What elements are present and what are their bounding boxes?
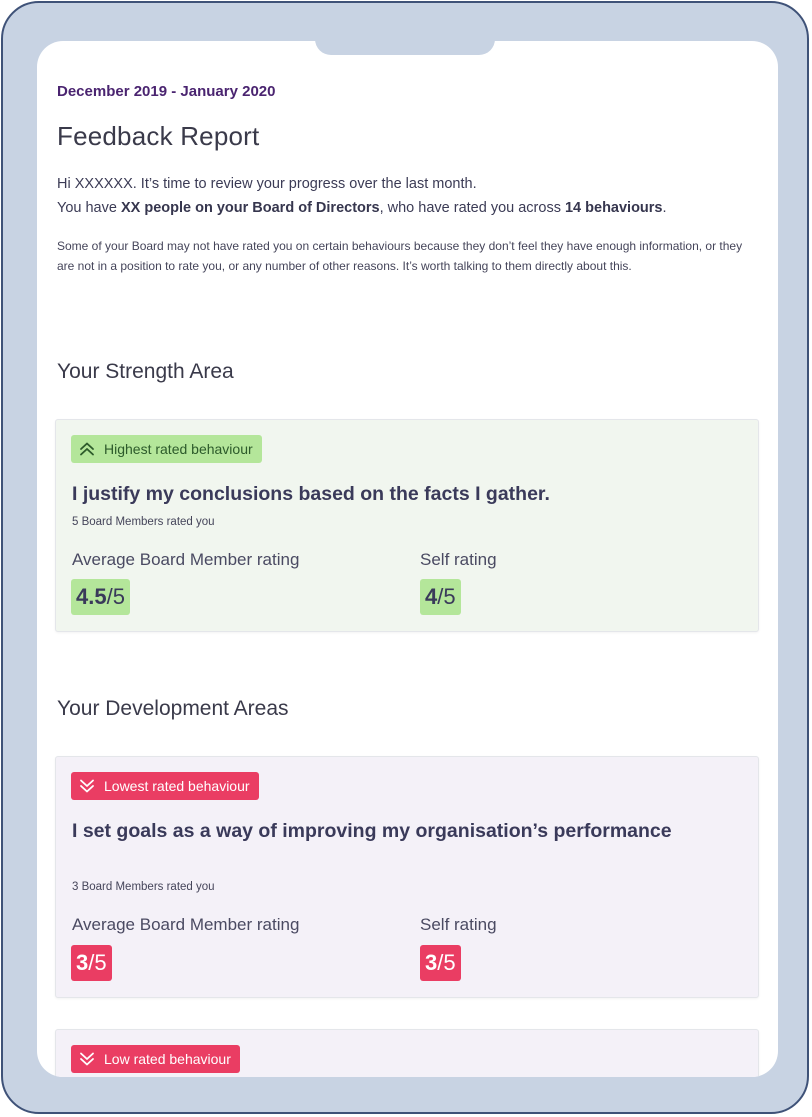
intro-summary: You have XX people on your Board of Dire… [57, 196, 667, 220]
self-rating-score: 3/5 [420, 945, 461, 981]
badge-label: Lowest rated behaviour [104, 778, 250, 794]
strength-section-title: Your Strength Area [57, 360, 234, 383]
development-card: Lowest rated behaviour I set goals as a … [55, 756, 759, 998]
self-rating-label: Self rating [420, 550, 497, 569]
page-title: Feedback Report [57, 121, 260, 151]
behaviour-count: 14 behaviours [564, 200, 663, 216]
average-score-max: /5 [88, 950, 107, 975]
raters-count: 3 Board Members rated you [72, 881, 215, 893]
badge-label: Highest rated behaviour [104, 441, 253, 457]
behaviour-statement: I justify my conclusions based on the fa… [72, 483, 550, 505]
tablet-frame: December 2019 - January 2020 Feedback Re… [1, 1, 809, 1114]
device-notch [315, 3, 495, 55]
intro-summary-prefix: You have [57, 200, 121, 216]
low-rated-badge: Low rated behaviour [71, 1045, 240, 1073]
average-score-max: /5 [106, 584, 125, 609]
intro-summary-middle: , who have rated you across [379, 200, 565, 216]
double-chevron-down-icon [80, 1052, 94, 1066]
double-chevron-down-icon [80, 779, 94, 793]
development-card-2: Low rated behaviour [55, 1029, 759, 1077]
double-chevron-up-icon [80, 442, 94, 456]
self-score-value: 3 [425, 950, 438, 975]
rating-note: Some of your Board may not have rated yo… [57, 239, 743, 273]
intro-summary-suffix: . [662, 200, 667, 216]
average-score-value: 4.5 [76, 584, 107, 609]
screen[interactable]: December 2019 - January 2020 Feedback Re… [37, 41, 778, 1077]
badge-label: Low rated behaviour [104, 1051, 231, 1067]
average-rating-score: 3/5 [71, 945, 112, 981]
average-rating-label: Average Board Member rating [72, 550, 300, 569]
self-rating-label: Self rating [420, 915, 497, 934]
behaviour-statement: I set goals as a way of improving my org… [72, 820, 672, 842]
highest-rated-badge: Highest rated behaviour [71, 435, 262, 463]
strength-card: Highest rated behaviour I justify my con… [55, 419, 759, 632]
self-score-max: /5 [437, 950, 456, 975]
self-rating-score: 4/5 [420, 579, 461, 615]
self-score-value: 4 [425, 584, 438, 609]
development-section-title: Your Development Areas [57, 697, 289, 720]
average-score-value: 3 [76, 950, 89, 975]
intro-greeting: Hi XXXXXX. It’s time to review your prog… [57, 176, 477, 192]
raters-count: 5 Board Members rated you [72, 516, 215, 528]
board-size: XX people on your Board of Directors [120, 200, 380, 216]
intro-text: Hi XXXXXX. It’s time to review your prog… [57, 172, 667, 220]
lowest-rated-badge: Lowest rated behaviour [71, 772, 259, 800]
average-rating-score: 4.5/5 [71, 579, 130, 615]
self-score-max: /5 [437, 584, 456, 609]
average-rating-label: Average Board Member rating [72, 915, 300, 934]
date-range: December 2019 - January 2020 [57, 83, 276, 100]
